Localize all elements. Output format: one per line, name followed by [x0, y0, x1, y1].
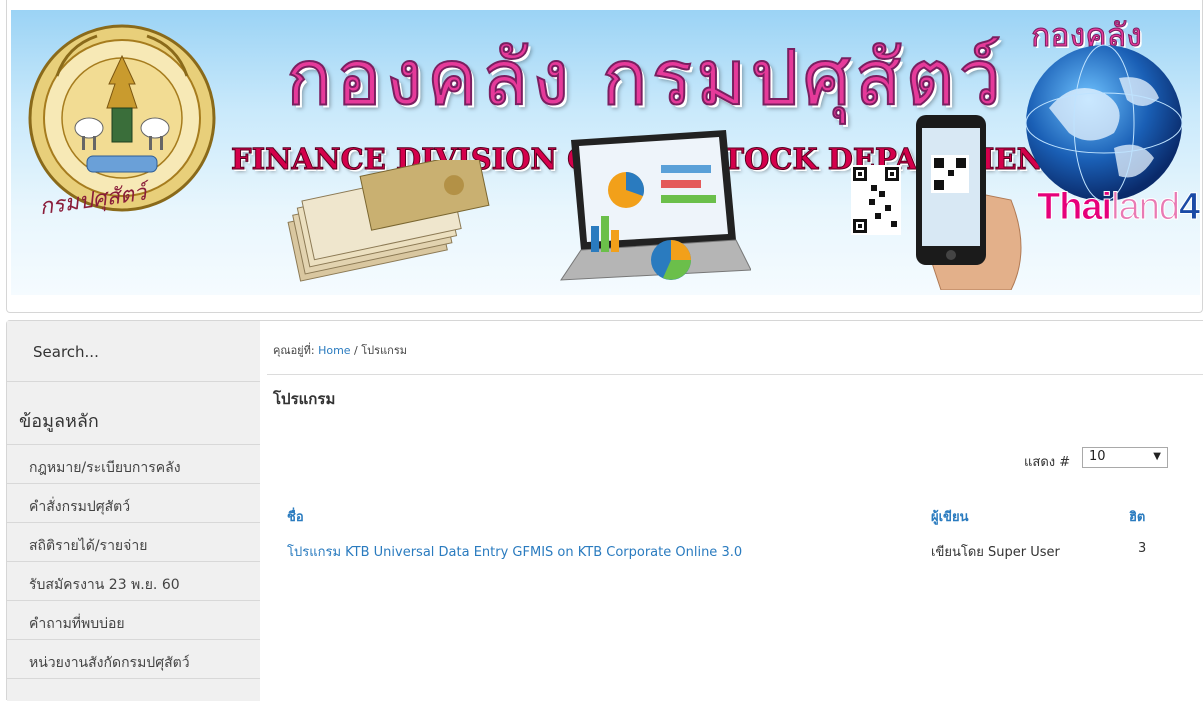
sidebar-item-jobs[interactable]: รับสมัครงาน 23 พ.ย. 60	[7, 562, 260, 601]
smartphone-image	[916, 115, 1022, 290]
sidebar-item-law[interactable]: กฎหมาย/ระเบียบการคลัง	[7, 445, 260, 484]
breadcrumb-prefix: คุณอยู่ที่:	[273, 344, 319, 357]
globe-image	[1025, 44, 1183, 202]
breadcrumb-current: โปรแกรม	[361, 344, 407, 357]
thailand-version: 4.0	[1178, 186, 1200, 229]
sidebar-item-statistics[interactable]: สถิติรายได้/รายจ่าย	[7, 523, 260, 562]
breadcrumb-divider	[267, 374, 1203, 375]
main-content: คุณอยู่ที่: Home / โปรแกรม โปรแกรม แสดง …	[260, 321, 1203, 701]
banner-title-thai: กองคลัง กรมปศุสัตว์	[285, 32, 1006, 123]
breadcrumb-separator: /	[350, 344, 362, 357]
breadcrumb: คุณอยู่ที่: Home / โปรแกรม	[273, 341, 407, 359]
table-row-hits: 3	[1138, 541, 1147, 556]
qr-code-image	[851, 165, 901, 235]
page-body: Search... ข้อมูลหลัก กฎหมาย/ระเบียบการคล…	[6, 320, 1203, 701]
banner-image: กรมปศุสัตว์ กองคลัง กรมปศุสัตว์ FINANCE …	[11, 10, 1200, 295]
sidebar-item-orders[interactable]: คำสั่งกรมปศุสัตว์	[7, 484, 260, 523]
thailand-4-logo: Thailand4.0	[1036, 186, 1200, 229]
laptop-chart-image	[560, 130, 751, 281]
thailand-prefix: Thai	[1036, 186, 1112, 229]
money-stack-image	[287, 160, 490, 282]
column-header-hits[interactable]: ฮิต	[1129, 506, 1145, 527]
thailand-land: land	[1111, 186, 1181, 229]
display-limit-value: 10	[1089, 449, 1106, 464]
column-header-title[interactable]: ชื่อ	[287, 506, 304, 527]
site-banner: กรมปศุสัตว์ กองคลัง กรมปศุสัตว์ FINANCE …	[6, 0, 1203, 313]
column-header-author[interactable]: ผู้เขียน	[931, 506, 968, 527]
table-row-author: เขียนโดย Super User	[931, 545, 1060, 560]
chevron-down-icon: ▼	[1153, 451, 1161, 462]
display-limit-select[interactable]: 10 ▼	[1082, 447, 1168, 468]
sidebar: Search... ข้อมูลหลัก กฎหมาย/ระเบียบการคล…	[7, 321, 260, 701]
page-title: โปรแกรม	[273, 390, 336, 408]
sidebar-item-agencies[interactable]: หน่วยงานสังกัดกรมปศุสัตว์	[7, 640, 260, 679]
sidebar-item-faq[interactable]: คำถามที่พบบ่อย	[7, 601, 260, 640]
sidebar-heading: ข้อมูลหลัก	[7, 382, 260, 445]
search-input[interactable]: Search...	[7, 321, 260, 382]
table-row-title-link[interactable]: โปรแกรม KTB Universal Data Entry GFMIS o…	[287, 541, 742, 562]
display-limit-label: แสดง #	[1024, 455, 1071, 470]
breadcrumb-home-link[interactable]: Home	[318, 344, 350, 357]
